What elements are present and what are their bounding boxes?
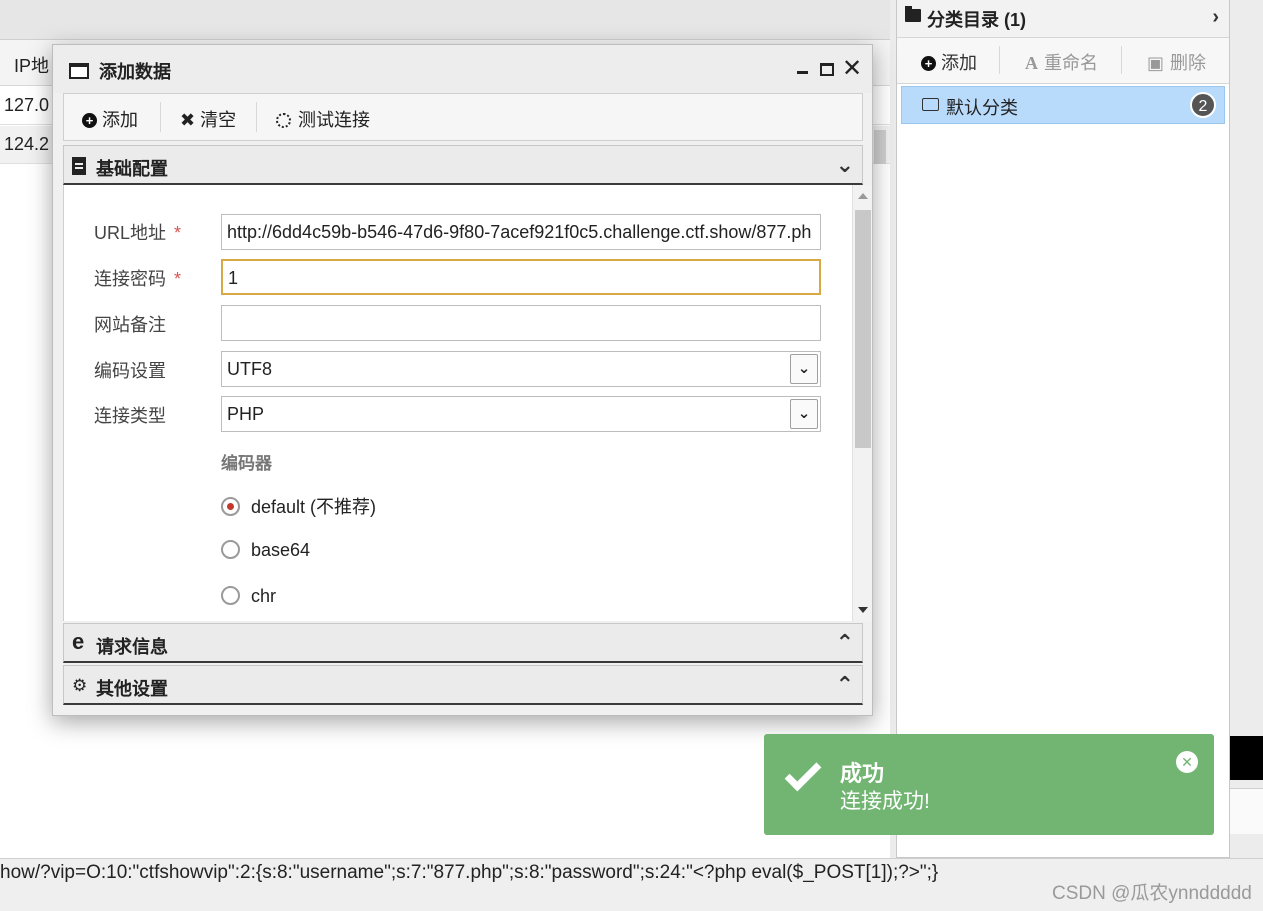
chevron-right-icon[interactable]: ›: [1212, 6, 1219, 29]
check-icon: [784, 754, 822, 792]
close-icon[interactable]: ✕: [1176, 751, 1198, 773]
section-title: 请求信息: [96, 637, 168, 657]
section-title: 基础配置: [96, 159, 168, 179]
category-delete-button[interactable]: ▣ 删除: [1147, 49, 1206, 75]
divider: [1121, 46, 1122, 74]
password-label-text: 连接密码: [94, 269, 166, 289]
x-icon: ✖: [180, 110, 196, 130]
encoding-value: UTF8: [227, 359, 272, 379]
category-title: 分类目录 (1): [927, 10, 1026, 30]
type-value: PHP: [227, 404, 265, 424]
watermark: CSDN @瓜农ynnddddd: [1052, 883, 1252, 904]
trash-icon: ▣: [1147, 53, 1165, 73]
test-connection-button[interactable]: 测试连接: [276, 106, 370, 132]
toast-title: 成功: [840, 761, 885, 786]
radio-indicator[interactable]: [221, 540, 240, 559]
category-rename-button[interactable]: A 重命名: [1025, 49, 1098, 75]
main-top-bar: [0, 0, 890, 40]
dialog-titlebar[interactable]: 添加数据 ✕: [53, 45, 872, 93]
scroll-up-icon[interactable]: [858, 193, 868, 199]
add-data-dialog: 添加数据 ✕ + 添加 ✖ 清空 测试连接 基础配置 ⌄ URL地址 * http:/…: [52, 44, 873, 716]
gears-icon: ⚙: [72, 676, 88, 695]
divider: [160, 102, 161, 132]
chevron-down-icon[interactable]: ⌄: [836, 152, 854, 178]
required-mark: *: [174, 269, 182, 289]
password-field[interactable]: 1: [221, 259, 821, 295]
category-panel: 分类目录 (1) › + 添加 A 重命名 ▣ 删除 默认分类 2: [896, 0, 1230, 858]
radio-label: chr: [251, 586, 277, 606]
category-item-label: 默认分类: [946, 98, 1018, 118]
radio-base64[interactable]: base64: [221, 540, 310, 561]
scroll-down-icon[interactable]: [858, 607, 868, 613]
toast-message: 连接成功!: [840, 790, 930, 813]
category-delete-label: 删除: [1170, 53, 1207, 73]
table-cell-ip: 124.2: [4, 134, 50, 154]
type-select[interactable]: PHP ⌄: [221, 396, 821, 432]
required-mark: *: [174, 223, 182, 243]
category-rename-label: 重命名: [1044, 53, 1098, 73]
table-cell-ip: 127.0: [4, 95, 50, 115]
note-label: 网站备注: [94, 315, 166, 335]
category-add-button[interactable]: + 添加: [921, 49, 977, 75]
form-scrollbar[interactable]: [852, 185, 872, 621]
edge-icon: e: [72, 629, 85, 654]
encoding-select[interactable]: UTF8 ⌄: [221, 351, 821, 387]
dialog-toolbar: + 添加 ✖ 清空 测试连接: [63, 93, 863, 141]
add-button-label: 添加: [102, 110, 138, 130]
radio-indicator[interactable]: [221, 497, 240, 516]
section-request-info[interactable]: e 请求信息 ⌃: [63, 623, 863, 663]
font-icon: A: [1025, 53, 1038, 73]
url-label-text: URL地址: [94, 223, 167, 243]
category-toolbar: + 添加 A 重命名 ▣ 删除: [897, 38, 1229, 84]
section-other-settings[interactable]: ⚙ 其他设置 ⌃: [63, 665, 863, 705]
dialog-title: 添加数据: [99, 62, 171, 82]
divider: [256, 102, 257, 132]
radio-label: base64: [251, 540, 311, 560]
radio-indicator[interactable]: [221, 586, 240, 605]
status-text: how/?vip=O:10:"ctfshowvip":2:{s:8:"usern…: [0, 862, 939, 883]
url-label: URL地址 *: [94, 219, 181, 245]
chevron-up-icon[interactable]: ⌃: [836, 630, 854, 656]
grid-scrollbar[interactable]: [874, 130, 886, 164]
test-connection-label: 测试连接: [298, 110, 370, 130]
basic-config-body: URL地址 * http://6dd4c59b-b546-47d6-9f80-7a…: [63, 185, 872, 621]
radio-default[interactable]: default (不推荐): [221, 493, 376, 519]
encoder-label: 编码器: [221, 454, 272, 473]
url-field[interactable]: http://6dd4c59b-b546-47d6-9f80-7acef921f…: [221, 214, 821, 250]
radio-label: default (不推荐): [251, 497, 377, 517]
edge-panel: [1230, 788, 1263, 834]
plus-circle-icon: +: [82, 113, 97, 128]
edge-dark-panel: [1230, 736, 1263, 780]
divider: [999, 46, 1000, 74]
spinner-icon: [276, 113, 291, 128]
note-field[interactable]: [221, 305, 821, 341]
category-item-default[interactable]: 默认分类 2: [901, 86, 1225, 124]
category-add-label: 添加: [941, 53, 977, 73]
clear-button-label: 清空: [200, 110, 237, 130]
close-icon[interactable]: ✕: [842, 55, 862, 83]
window-icon: [69, 63, 89, 79]
section-title: 其他设置: [96, 679, 168, 699]
maximize-icon[interactable]: [820, 63, 834, 76]
radio-chr[interactable]: chr: [221, 586, 276, 607]
scroll-thumb[interactable]: [855, 210, 871, 448]
password-label: 连接密码 *: [94, 265, 181, 291]
grid-column-ip[interactable]: IP地: [14, 52, 49, 78]
file-text-icon: [72, 157, 86, 175]
success-toast: 成功 连接成功! ✕: [764, 734, 1214, 835]
chevron-up-icon[interactable]: ⌃: [836, 672, 854, 698]
chevron-down-icon[interactable]: ⌄: [790, 354, 818, 384]
minimize-icon[interactable]: [797, 71, 808, 74]
folder-icon: [905, 6, 921, 22]
encoding-label: 编码设置: [94, 361, 166, 381]
count-badge: 2: [1190, 92, 1216, 118]
type-label: 连接类型: [94, 406, 166, 426]
add-button[interactable]: + 添加: [82, 106, 138, 132]
folder-open-icon: [922, 98, 939, 111]
chevron-down-icon[interactable]: ⌄: [790, 399, 818, 429]
category-header: 分类目录 (1) ›: [897, 0, 1229, 38]
section-basic-config[interactable]: 基础配置 ⌄: [63, 145, 863, 185]
clear-button[interactable]: ✖ 清空: [180, 106, 236, 132]
plus-circle-icon: +: [921, 56, 936, 71]
